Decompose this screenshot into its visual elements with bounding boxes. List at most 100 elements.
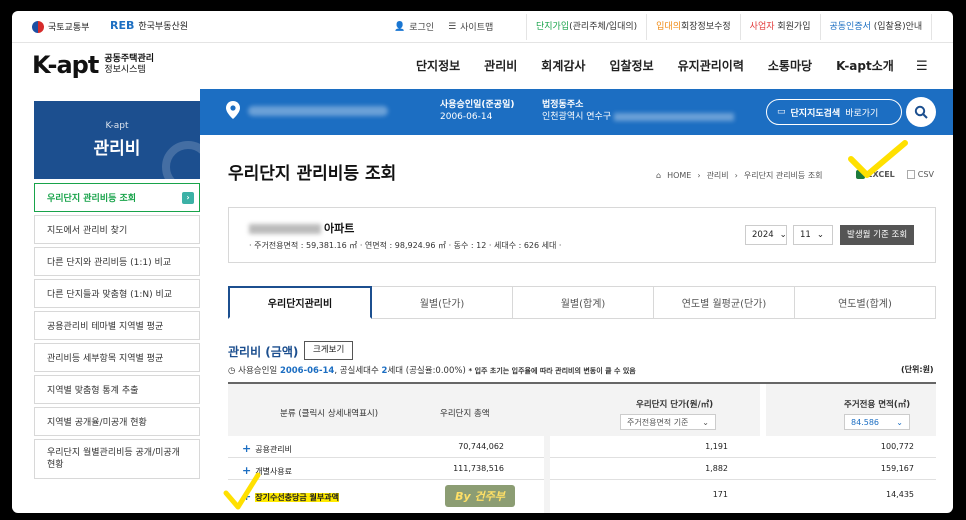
table-row[interactable]: + 개별사용료 111,738,516 1,882 159,167 (228, 458, 936, 480)
nav-audit[interactable]: 회계감사 (541, 57, 585, 74)
clock-icon: ◷ (228, 366, 236, 376)
sidebar-item-my-complex[interactable]: 우리단지 관리비등 조회 › (34, 183, 200, 212)
apartment-name-suffix: 아파트 (324, 222, 355, 235)
reb-logo[interactable]: REB 한국부동산원 (110, 19, 188, 32)
row-category: 장기수선충당금 월부과액 (255, 493, 339, 502)
tab-yearly-avg-unit[interactable]: 연도별 월평균(단가) (654, 286, 795, 319)
tab-my-complex-fee[interactable]: 우리단지관리비 (228, 286, 372, 319)
fee-tabs: 우리단지관리비 월별(단가) 월별(합계) 연도별 월평균(단가) 연도별(합계… (228, 286, 936, 319)
home-icon: ⌂ (656, 171, 662, 180)
chevron-right-icon: › (734, 171, 738, 180)
mol-logo[interactable]: 국토교통부 (32, 20, 89, 33)
sidebar-item-stats[interactable]: 지역별 맞춤형 통계 추출 (34, 375, 200, 404)
chevron-down-icon: ⌄ (779, 230, 787, 240)
row-area-cost: 100,772 (880, 442, 914, 451)
nav-community[interactable]: 소통마당 (768, 57, 812, 74)
sidebar-item-label: 우리단지 관리비등 조회 (47, 194, 137, 204)
apartment-name-blurred (249, 224, 321, 234)
row-unit-price: 1,882 (705, 464, 728, 473)
unit-label: (단위:원) (901, 365, 934, 374)
watermark: By 건주부 (445, 485, 515, 507)
tab-council-edit[interactable]: 입대의회장정보수정 (646, 14, 740, 40)
crumb-home[interactable]: HOME (667, 171, 691, 180)
page-title: 우리단지 관리비등 조회 (228, 164, 397, 184)
sidebar-item-disclosure[interactable]: 지역별 공개율/미공개 현황 (34, 407, 200, 436)
info-date: 2006-06-14 (279, 366, 335, 376)
reb-label: 한국부동산원 (138, 22, 189, 32)
map-search-link[interactable]: ▭ 단지지도검색 바로가기 (766, 99, 902, 125)
mol-label: 국토교통부 (48, 23, 90, 33)
sidebar-item-theme-avg[interactable]: 공용관리비 테마별 지역별 평균 (34, 311, 200, 340)
user-icon: 👤 (394, 21, 406, 32)
info-post: 세대 (공실율:0.00%) (387, 366, 466, 376)
csv-download[interactable]: CSV (906, 170, 934, 179)
crumb-fee[interactable]: 관리비 (707, 170, 729, 181)
tab-business-signup[interactable]: 사업자 회원가입 (739, 14, 820, 40)
login-link[interactable]: 👤 로그인 (394, 20, 434, 34)
tab-business-signup-post: 회원가입 (774, 22, 811, 32)
row-category: 공용관리비 (255, 445, 293, 454)
hamburger-menu-icon[interactable]: ☰ (916, 59, 928, 74)
main-nav: K-apt 공동주택관리 정보시스템 단지정보 관리비 회계감사 입찰정보 유지… (12, 43, 953, 89)
crumb-current: 우리단지 관리비등 조회 (743, 171, 823, 180)
sidebar-item-label: 지도에서 관리비 찾기 (47, 226, 128, 236)
plus-icon: + (242, 442, 252, 455)
sidebar-item-label: 우리단지 월별관리비등 공개/미공개 현황 (47, 448, 180, 470)
sidebar-item-compare-1-1[interactable]: 다른 단지와 관리비등 (1:1) 비교 (34, 247, 200, 276)
tab-monthly-unit[interactable]: 월별(단가) (372, 286, 513, 319)
sidebar-header: K-apt 관리비 (34, 101, 200, 179)
tab-complex-signup-post: (관리주체/입대의) (569, 22, 638, 32)
tab-certificate-guide[interactable]: 공동인증서 (입찰용)안내 (819, 14, 933, 40)
approve-date: 2006-06-14 (440, 112, 493, 122)
tab-yearly-total[interactable]: 연도별(합계) (795, 286, 936, 319)
breadcrumb: ⌂ HOME › 관리비 › 우리단지 관리비등 조회 (656, 170, 823, 181)
sidebar-item-map[interactable]: 지도에서 관리비 찾기 (34, 215, 200, 244)
year-select[interactable]: 2024 ⌄ (745, 225, 787, 245)
chevron-right-icon: › (697, 171, 701, 180)
kapt-logo[interactable]: K-apt 공동주택관리 정보시스템 (32, 51, 154, 79)
sitemap-link[interactable]: ☰ 사이트맵 (448, 20, 494, 34)
table-row[interactable]: + 장기수선충당금 월부과액 171 14,435 (228, 480, 936, 513)
mol-emblem-icon (32, 20, 44, 33)
sitemap-label: 사이트맵 (460, 23, 494, 33)
chevron-down-icon: ⌄ (702, 417, 709, 427)
row-area-cost: 159,167 (880, 464, 914, 473)
tab-council-edit-post: 회장정보수정 (680, 22, 731, 32)
search-icon (914, 105, 928, 119)
tab-complex-signup[interactable]: 단지가입(관리주체/입대의) (526, 14, 646, 40)
menu-icon: ☰ (448, 21, 457, 32)
row-unit-price: 1,191 (705, 442, 728, 451)
unit-basis-select[interactable]: 주거전용면적 기준 ⌄ (620, 414, 716, 430)
nav-management-fee[interactable]: 관리비 (484, 57, 517, 74)
yellow-checkmark-annotation (223, 472, 261, 510)
sidebar-item-compare-1-n[interactable]: 다른 단지들과 맞춤형 (1:N) 비교 (34, 279, 200, 308)
sidebar-item-label: 다른 단지와 관리비등 (1:1) 비교 (47, 258, 172, 268)
csv-label: CSV (917, 170, 934, 179)
search-button[interactable] (906, 97, 936, 127)
apartment-summary: 아파트 · 주거전용면적 : 59,381.16 ㎡ · 연면적 : 98,92… (228, 207, 936, 263)
query-button[interactable]: 발생월 기준 조회 (840, 225, 915, 245)
tab-monthly-total[interactable]: 월별(합계) (513, 286, 654, 319)
table-row[interactable]: + 공용관리비 70,744,062 1,191 100,772 (228, 436, 936, 458)
map-search-rest: 바로가기 (845, 108, 879, 119)
header-category: 분류 (클릭시 상세내역표시) (280, 409, 379, 419)
sidebar-item-monthly-disclosure[interactable]: 우리단지 월별관리비등 공개/미공개 현황 (34, 439, 200, 479)
area-select[interactable]: 84.586 ⌄ (844, 414, 910, 430)
row-total: 111,738,516 (453, 464, 504, 473)
nav-bidding[interactable]: 입찰정보 (609, 57, 653, 74)
info-note: * 입주 초기는 입주율에 따라 관리비의 변동이 클 수 있음 (468, 367, 636, 375)
enlarge-button[interactable]: 크게보기 (304, 341, 354, 360)
tab-certificate-guide-pre: 공동인증서 (829, 22, 871, 32)
sidebar-menu: 우리단지 관리비등 조회 › 지도에서 관리비 찾기 다른 단지와 관리비등 (… (34, 183, 200, 482)
nav-about[interactable]: K-apt소개 (836, 57, 894, 74)
month-value: 11 (800, 230, 811, 240)
sidebar-item-detail-avg[interactable]: 관리비등 세부항목 지역별 평균 (34, 343, 200, 372)
address-blurred (613, 112, 734, 121)
nav-complex-info[interactable]: 단지정보 (416, 57, 460, 74)
area-value: 84.586 (851, 417, 879, 427)
location-pin-icon (226, 101, 240, 119)
month-select[interactable]: 11 ⌄ (793, 225, 833, 245)
section-title: 관리비 (금액) (228, 345, 299, 359)
nav-maintenance[interactable]: 유지관리이력 (678, 57, 744, 74)
yellow-checkmark-annotation (848, 140, 908, 178)
